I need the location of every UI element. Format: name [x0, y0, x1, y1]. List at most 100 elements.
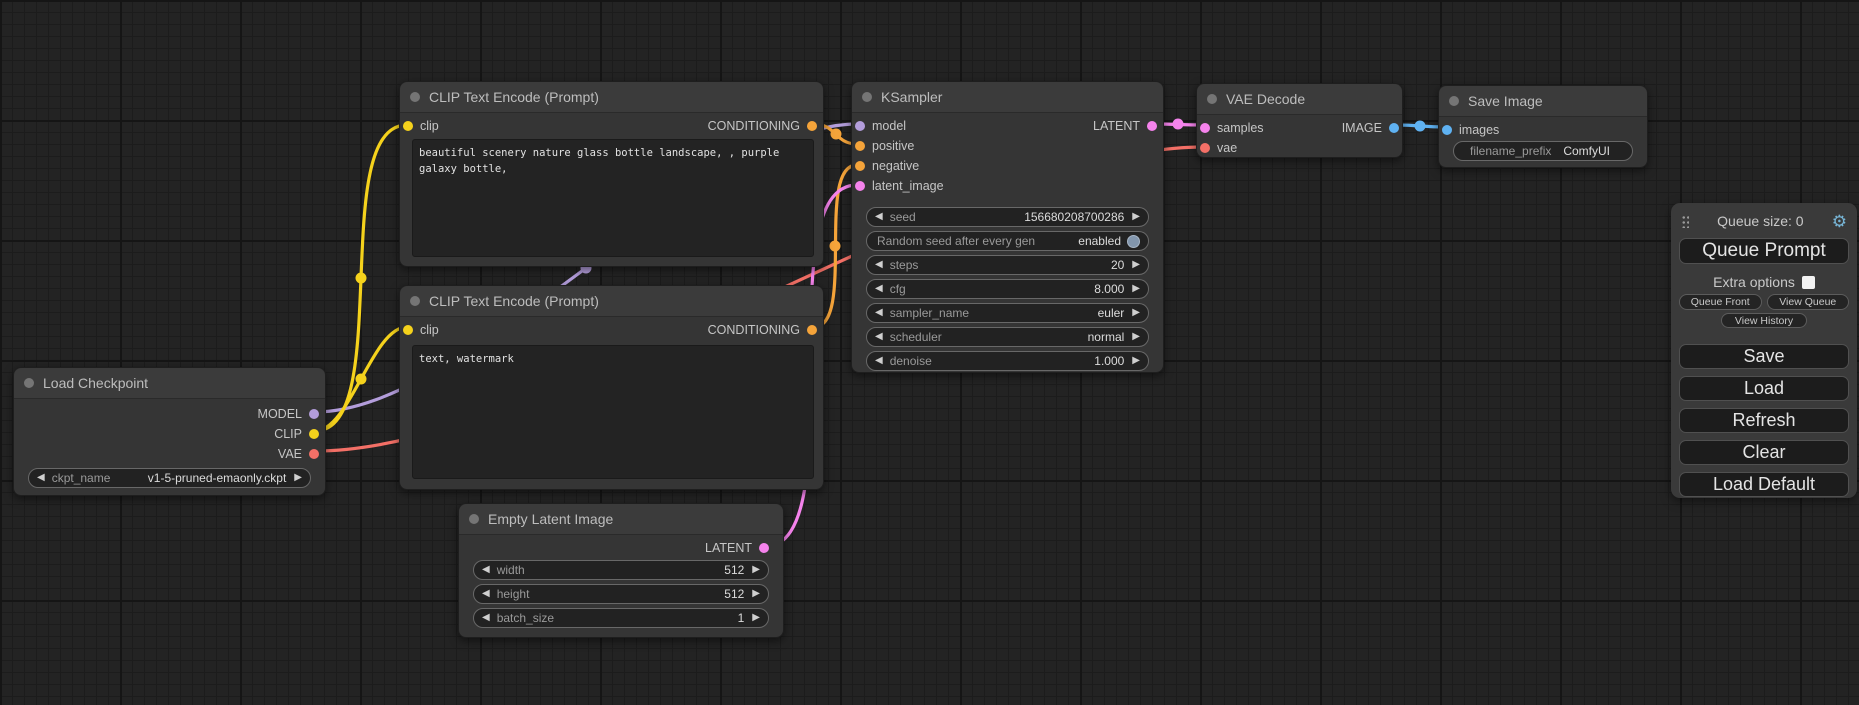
output-slot-conditioning[interactable]: CONDITIONING — [708, 323, 817, 337]
decrement-arrow-icon[interactable]: ◀ — [37, 473, 45, 483]
widget-steps[interactable]: ◀ steps 20 ▶ — [866, 255, 1149, 275]
node-load-checkpoint[interactable]: Load Checkpoint MODEL CLIP VAE — [13, 367, 326, 496]
increment-arrow-icon[interactable]: ▶ — [752, 565, 760, 575]
node-titlebar[interactable]: Load Checkpoint — [14, 368, 325, 399]
output-slot-latent[interactable]: LATENT — [705, 541, 769, 555]
widget-random-seed[interactable]: Random seed after every gen enabled — [866, 231, 1149, 251]
node-titlebar[interactable]: KSampler — [852, 82, 1163, 113]
slot-dot-negative[interactable] — [855, 161, 865, 171]
refresh-button[interactable]: Refresh — [1679, 408, 1849, 433]
drag-handle-icon[interactable] — [1681, 214, 1689, 228]
widget-filename-prefix[interactable]: filename_prefix ComfyUI — [1453, 141, 1633, 161]
save-button[interactable]: Save — [1679, 344, 1849, 369]
decrement-arrow-icon[interactable]: ◀ — [875, 284, 883, 294]
decrement-arrow-icon[interactable]: ◀ — [875, 260, 883, 270]
collapse-dot-icon[interactable] — [1449, 96, 1459, 106]
view-queue-button[interactable]: View Queue — [1767, 294, 1850, 310]
collapse-dot-icon[interactable] — [469, 514, 479, 524]
collapse-dot-icon[interactable] — [410, 296, 420, 306]
input-slot-latent-image[interactable]: latent_image — [855, 179, 944, 193]
decrement-arrow-icon[interactable]: ◀ — [875, 212, 883, 222]
collapse-dot-icon[interactable] — [410, 92, 420, 102]
increment-arrow-icon[interactable]: ▶ — [294, 473, 302, 483]
output-slot-latent[interactable]: LATENT — [1093, 119, 1157, 133]
node-vae-decode[interactable]: VAE Decode samples IMAGE vae — [1196, 83, 1403, 158]
toggle-indicator[interactable] — [1127, 235, 1140, 248]
widget-width[interactable]: ◀ width 512 ▶ — [473, 560, 769, 580]
widget-scheduler[interactable]: ◀ scheduler normal ▶ — [866, 327, 1149, 347]
clear-button[interactable]: Clear — [1679, 440, 1849, 465]
extra-options-checkbox[interactable] — [1802, 276, 1815, 289]
load-default-button[interactable]: Load Default — [1679, 472, 1849, 497]
slot-dot-positive[interactable] — [855, 141, 865, 151]
slot-dot-clip[interactable] — [309, 429, 319, 439]
slot-dot-model[interactable] — [855, 121, 865, 131]
increment-arrow-icon[interactable]: ▶ — [1132, 260, 1140, 270]
widget-cfg[interactable]: ◀ cfg 8.000 ▶ — [866, 279, 1149, 299]
increment-arrow-icon[interactable]: ▶ — [752, 589, 760, 599]
slot-dot-latent-image[interactable] — [855, 181, 865, 191]
input-slot-negative[interactable]: negative — [855, 159, 919, 173]
queue-front-button[interactable]: Queue Front — [1679, 294, 1762, 310]
queue-prompt-button[interactable]: Queue Prompt — [1679, 238, 1849, 264]
slot-dot-vae[interactable] — [1200, 143, 1210, 153]
input-slot-positive[interactable]: positive — [855, 139, 914, 153]
collapse-dot-icon[interactable] — [862, 92, 872, 102]
slot-dot-conditioning[interactable] — [807, 325, 817, 335]
node-ksampler[interactable]: KSampler model LATENT positive — [851, 81, 1164, 373]
graph-canvas[interactable]: Load Checkpoint MODEL CLIP VAE — [0, 0, 1859, 705]
increment-arrow-icon[interactable]: ▶ — [1132, 308, 1140, 318]
slot-dot-samples[interactable] — [1200, 123, 1210, 133]
decrement-arrow-icon[interactable]: ◀ — [875, 356, 883, 366]
widget-seed[interactable]: ◀ seed 156680208700286 ▶ — [866, 207, 1149, 227]
increment-arrow-icon[interactable]: ▶ — [1132, 356, 1140, 366]
collapse-dot-icon[interactable] — [24, 378, 34, 388]
node-titlebar[interactable]: CLIP Text Encode (Prompt) — [400, 82, 823, 113]
output-slot-image[interactable]: IMAGE — [1342, 121, 1399, 135]
slot-dot-images[interactable] — [1442, 125, 1452, 135]
slot-dot-conditioning[interactable] — [807, 121, 817, 131]
widget-denoise[interactable]: ◀ denoise 1.000 ▶ — [866, 351, 1149, 371]
slot-dot-latent[interactable] — [1147, 121, 1157, 131]
output-slot-conditioning[interactable]: CONDITIONING — [708, 119, 817, 133]
widget-sampler-name[interactable]: ◀ sampler_name euler ▶ — [866, 303, 1149, 323]
decrement-arrow-icon[interactable]: ◀ — [875, 332, 883, 342]
increment-arrow-icon[interactable]: ▶ — [1132, 332, 1140, 342]
node-save-image[interactable]: Save Image images filename_prefix ComfyU… — [1438, 85, 1648, 168]
node-titlebar[interactable]: VAE Decode — [1197, 84, 1402, 115]
node-titlebar[interactable]: Empty Latent Image — [459, 504, 783, 535]
input-slot-clip[interactable]: clip — [403, 119, 439, 133]
slot-dot-latent[interactable] — [759, 543, 769, 553]
input-slot-vae[interactable]: vae — [1200, 141, 1237, 155]
output-slot-clip[interactable]: CLIP — [274, 427, 319, 441]
prompt-textarea[interactable]: beautiful scenery nature glass bottle la… — [412, 139, 814, 257]
slot-dot-model[interactable] — [309, 409, 319, 419]
node-clip-text-encode-negative[interactable]: CLIP Text Encode (Prompt) clip CONDITION… — [399, 285, 824, 490]
node-empty-latent-image[interactable]: Empty Latent Image LATENT ◀ width 512 ▶ … — [458, 503, 784, 638]
input-slot-samples[interactable]: samples — [1200, 121, 1264, 135]
decrement-arrow-icon[interactable]: ◀ — [875, 308, 883, 318]
decrement-arrow-icon[interactable]: ◀ — [482, 565, 490, 575]
slot-dot-clip[interactable] — [403, 325, 413, 335]
widget-height[interactable]: ◀ height 512 ▶ — [473, 584, 769, 604]
load-button[interactable]: Load — [1679, 376, 1849, 401]
decrement-arrow-icon[interactable]: ◀ — [482, 613, 490, 623]
node-titlebar[interactable]: CLIP Text Encode (Prompt) — [400, 286, 823, 317]
gear-icon[interactable]: ⚙ — [1832, 213, 1847, 230]
input-slot-images[interactable]: images — [1442, 123, 1499, 137]
input-slot-model[interactable]: model — [855, 119, 906, 133]
widget-batch-size[interactable]: ◀ batch_size 1 ▶ — [473, 608, 769, 628]
slot-dot-clip[interactable] — [403, 121, 413, 131]
decrement-arrow-icon[interactable]: ◀ — [482, 589, 490, 599]
slot-dot-image[interactable] — [1389, 123, 1399, 133]
output-slot-model[interactable]: MODEL — [258, 407, 319, 421]
output-slot-vae[interactable]: VAE — [278, 447, 319, 461]
widget-ckpt-name[interactable]: ◀ ckpt_name v1-5-pruned-emaonly.ckpt ▶ — [28, 468, 311, 488]
slot-dot-vae[interactable] — [309, 449, 319, 459]
input-slot-clip[interactable]: clip — [403, 323, 439, 337]
increment-arrow-icon[interactable]: ▶ — [752, 613, 760, 623]
collapse-dot-icon[interactable] — [1207, 94, 1217, 104]
node-clip-text-encode-positive[interactable]: CLIP Text Encode (Prompt) clip CONDITION… — [399, 81, 824, 267]
increment-arrow-icon[interactable]: ▶ — [1132, 284, 1140, 294]
increment-arrow-icon[interactable]: ▶ — [1132, 212, 1140, 222]
